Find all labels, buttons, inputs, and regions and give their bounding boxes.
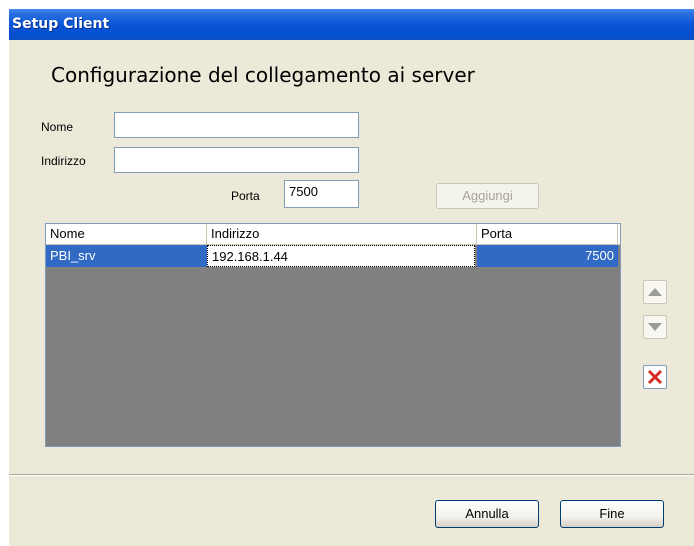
delete-button[interactable] — [643, 365, 667, 389]
move-up-button[interactable] — [643, 280, 667, 304]
triangle-up-icon — [648, 288, 662, 296]
column-header-nome[interactable]: Nome — [46, 224, 207, 244]
move-down-button[interactable] — [643, 315, 667, 339]
table-row[interactable]: PBI_srv 192.168.1.44 7500 — [46, 245, 620, 267]
aggiungi-button[interactable]: Aggiungi — [436, 183, 539, 209]
row-porta-cell[interactable]: 7500 — [477, 245, 618, 267]
row-indirizzo-edit-cell[interactable]: 192.168.1.44 — [207, 245, 475, 267]
page-heading: Configurazione del collegamento ai serve… — [51, 63, 475, 87]
annulla-button[interactable]: Annulla — [435, 500, 539, 528]
window-title: Setup Client — [12, 16, 110, 32]
indirizzo-label: Indirizzo — [41, 154, 86, 168]
column-header-indirizzo[interactable]: Indirizzo — [207, 224, 477, 244]
porta-label: Porta — [231, 189, 260, 203]
list-header: Nome Indirizzo Porta — [46, 224, 620, 245]
setup-client-window: Setup Client Configurazione del collegam… — [9, 9, 694, 546]
indirizzo-input[interactable] — [114, 147, 359, 173]
title-bar[interactable]: Setup Client — [9, 9, 694, 40]
porta-input[interactable]: 7500 — [284, 180, 359, 208]
fine-button[interactable]: Fine — [560, 500, 664, 528]
red-x-icon — [647, 369, 663, 385]
nome-input[interactable] — [114, 112, 359, 138]
server-list[interactable]: Nome Indirizzo Porta PBI_srv 192.168.1.4… — [45, 223, 621, 447]
nome-label: Nome — [41, 120, 74, 134]
column-header-porta[interactable]: Porta — [477, 224, 618, 244]
footer-separator — [9, 474, 694, 476]
triangle-down-icon — [648, 323, 662, 331]
row-nome-cell[interactable]: PBI_srv — [46, 245, 207, 267]
